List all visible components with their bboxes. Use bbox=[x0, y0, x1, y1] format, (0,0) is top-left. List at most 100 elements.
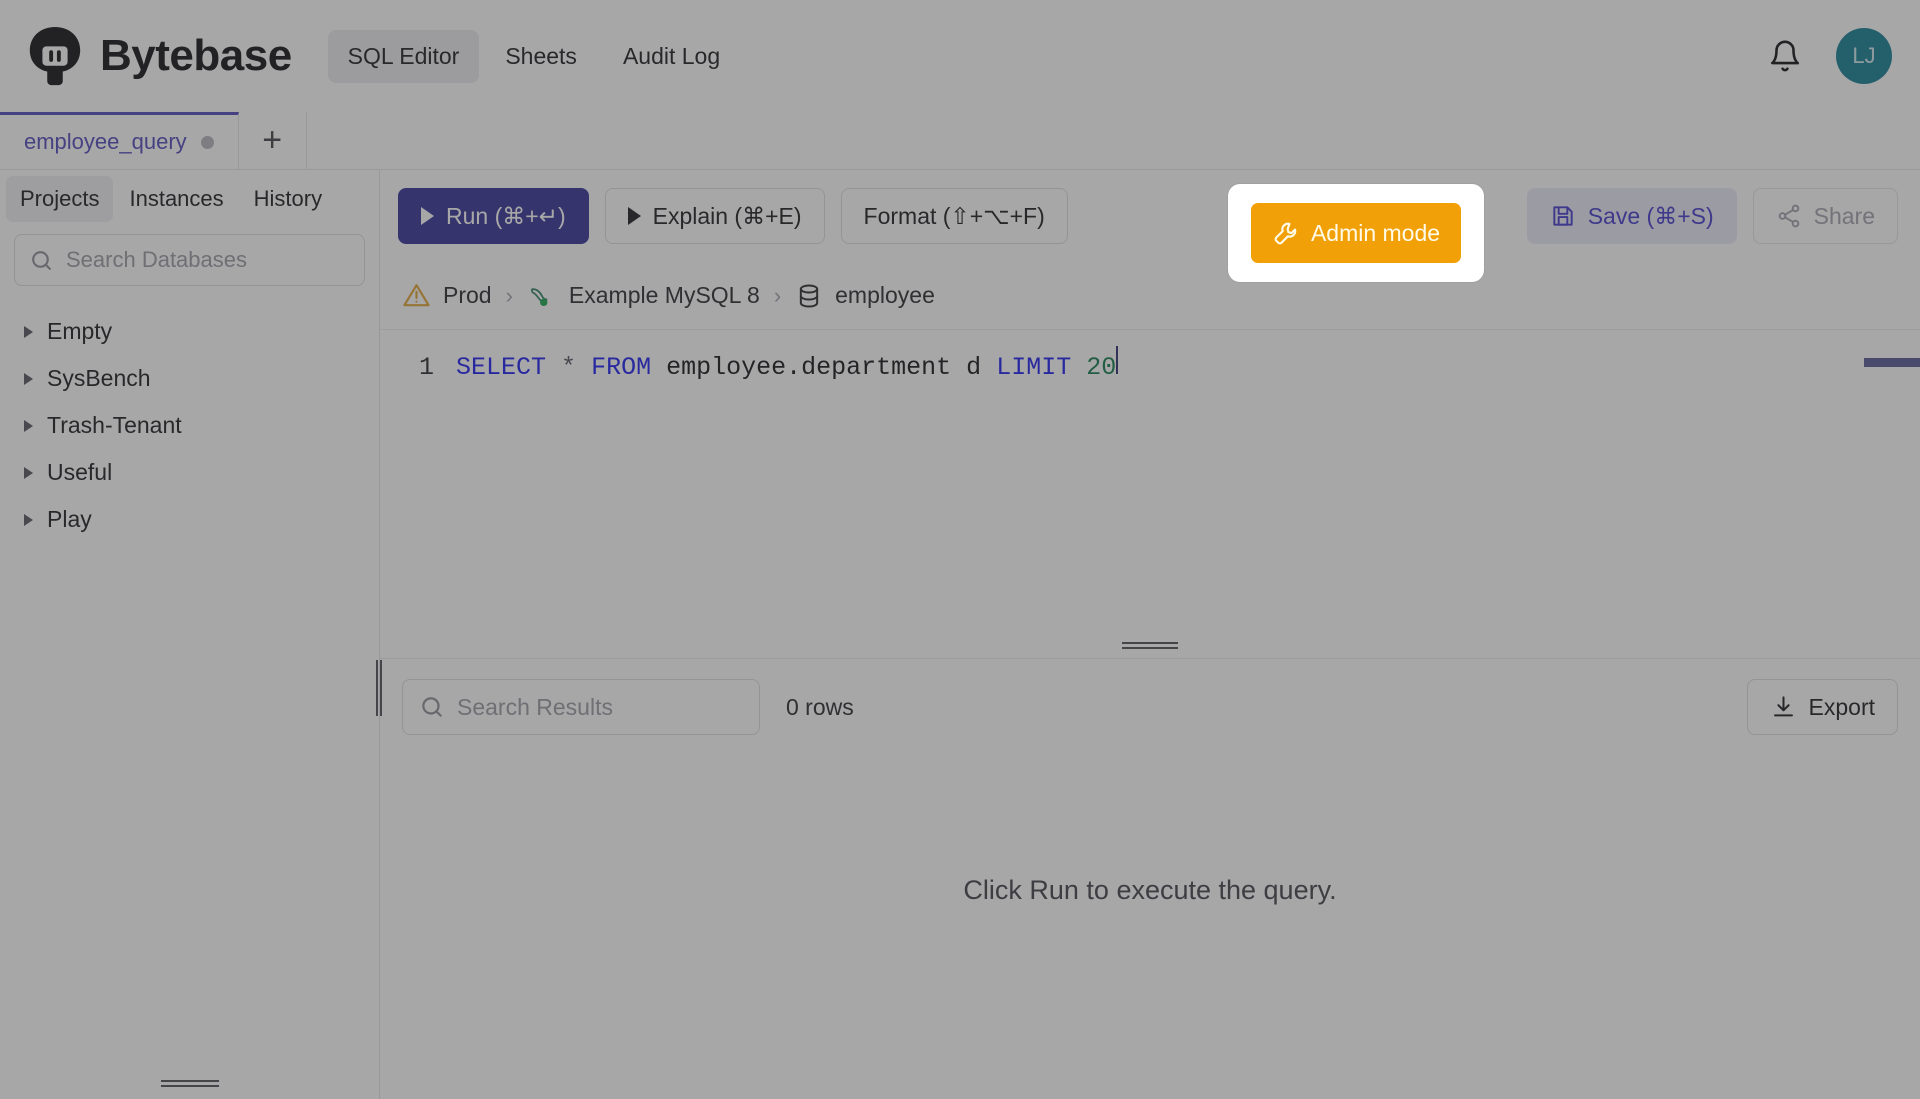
admin-mode-button[interactable]: Admin mode bbox=[1250, 203, 1462, 263]
search-input[interactable] bbox=[66, 247, 350, 273]
results-empty-message: Click Run to execute the query. bbox=[963, 875, 1337, 905]
search-icon bbox=[29, 248, 54, 273]
breadcrumb-separator: › bbox=[505, 282, 513, 308]
nav-item-sql-editor[interactable]: SQL Editor bbox=[327, 29, 480, 83]
share-icon bbox=[1776, 203, 1802, 229]
tree-item-sysbench[interactable]: SysBench bbox=[0, 355, 379, 402]
chevron-right-icon bbox=[24, 466, 33, 479]
breadcrumb-database-label: employee bbox=[835, 282, 935, 308]
export-button[interactable]: Export bbox=[1746, 679, 1898, 735]
add-tab-button[interactable]: + bbox=[239, 112, 307, 169]
breadcrumb-instance-label: Example MySQL 8 bbox=[568, 282, 760, 308]
bell-icon[interactable] bbox=[1768, 39, 1802, 73]
share-label: Share bbox=[1813, 202, 1875, 229]
run-label: Run (⌘+↵) bbox=[446, 202, 566, 229]
sidebar: Projects Instances History Empty bbox=[0, 170, 383, 1099]
sidebar-resize-handle[interactable] bbox=[376, 660, 383, 716]
explain-label: Explain (⌘+E) bbox=[652, 202, 802, 229]
format-label: Format (⇧+⌥+F) bbox=[863, 202, 1045, 229]
run-button[interactable]: Run (⌘+↵) bbox=[398, 188, 589, 244]
results-toolbar: 0 rows Export bbox=[380, 659, 1920, 755]
mysql-dolphin-icon bbox=[527, 281, 557, 311]
play-icon bbox=[627, 207, 641, 225]
sidebar-tab-instances[interactable]: Instances bbox=[115, 176, 237, 222]
sql-token-from: FROM bbox=[591, 353, 652, 382]
warning-triangle-icon bbox=[402, 281, 431, 310]
bytebase-logo-icon bbox=[24, 25, 86, 87]
sql-code-editor[interactable]: 1 SELECT * FROM employee.department d LI… bbox=[380, 330, 1920, 659]
breadcrumb-environment-label: Prod bbox=[443, 282, 492, 308]
editor-toolbar: Run (⌘+↵) Explain (⌘+E) Format (⇧+⌥+F) S… bbox=[380, 170, 1920, 262]
sidebar-bottom-resize-handle[interactable] bbox=[160, 1080, 219, 1087]
avatar[interactable]: LJ bbox=[1836, 28, 1892, 84]
breadcrumb-separator: › bbox=[773, 282, 782, 308]
tree-item-label: Useful bbox=[47, 459, 113, 485]
play-icon bbox=[421, 207, 434, 225]
code-line-1: 1 SELECT * FROM employee.department d LI… bbox=[380, 346, 1920, 385]
sql-editor-app: Bytebase SQL Editor Sheets Audit Log LJ … bbox=[0, 0, 1920, 1099]
tree-item-label: Play bbox=[47, 506, 92, 532]
editor-scrollbar-marker[interactable] bbox=[1864, 358, 1920, 367]
sql-token-limit-value: 20 bbox=[1086, 353, 1117, 382]
breadcrumb-environment[interactable]: Prod bbox=[402, 281, 492, 310]
breadcrumb-instance[interactable]: Example MySQL 8 bbox=[527, 281, 760, 311]
main-nav: SQL Editor Sheets Audit Log bbox=[327, 29, 740, 83]
export-label: Export bbox=[1808, 693, 1875, 720]
share-button[interactable]: Share bbox=[1752, 188, 1898, 244]
top-navigation-bar: Bytebase SQL Editor Sheets Audit Log LJ bbox=[0, 0, 1920, 112]
sheet-tab-employee-query[interactable]: employee_query bbox=[0, 112, 239, 169]
tree-item-play[interactable]: Play bbox=[0, 496, 379, 543]
tree-item-trash-tenant[interactable]: Trash-Tenant bbox=[0, 402, 379, 449]
save-label: Save (⌘+S) bbox=[1587, 202, 1714, 229]
tree-item-label: SysBench bbox=[47, 365, 151, 391]
text-cursor bbox=[1116, 346, 1119, 374]
breadcrumb: Prod › Example MySQL 8 › employee bbox=[380, 262, 1920, 330]
save-button[interactable]: Save (⌘+S) bbox=[1526, 188, 1737, 244]
floppy-disk-icon bbox=[1550, 203, 1576, 229]
sidebar-tab-projects[interactable]: Projects bbox=[6, 176, 114, 222]
editor-pane: Run (⌘+↵) Explain (⌘+E) Format (⇧+⌥+F) S… bbox=[380, 170, 1920, 1099]
database-icon bbox=[795, 282, 823, 310]
unsaved-indicator-dot bbox=[200, 135, 214, 149]
breadcrumb-database[interactable]: employee bbox=[795, 282, 935, 310]
tree-item-label: Empty bbox=[47, 318, 113, 344]
explain-button[interactable]: Explain (⌘+E) bbox=[604, 188, 825, 244]
sql-token-alias: d bbox=[966, 353, 982, 382]
sheet-tab-strip: employee_query + bbox=[0, 112, 1920, 170]
chevron-right-icon bbox=[24, 372, 33, 385]
sheet-tab-label: employee_query bbox=[24, 129, 187, 154]
wrench-icon bbox=[1272, 220, 1299, 247]
sidebar-tabs: Projects Instances History bbox=[0, 170, 379, 230]
download-icon bbox=[1770, 694, 1797, 721]
results-pane: 0 rows Export Click Run to execute the q… bbox=[380, 659, 1920, 1099]
format-button[interactable]: Format (⇧+⌥+F) bbox=[840, 188, 1068, 244]
search-icon bbox=[419, 694, 445, 720]
sql-token-select: SELECT bbox=[456, 353, 547, 382]
workspace: Projects Instances History Empty bbox=[0, 170, 1920, 1099]
row-count-label: 0 rows bbox=[786, 693, 854, 720]
chevron-right-icon bbox=[24, 513, 33, 526]
tree-item-empty[interactable]: Empty bbox=[0, 308, 379, 355]
admin-mode-highlight: Admin mode bbox=[1228, 184, 1484, 282]
admin-mode-label: Admin mode bbox=[1310, 219, 1441, 246]
brand-logo[interactable]: Bytebase bbox=[24, 25, 292, 87]
nav-item-audit-log[interactable]: Audit Log bbox=[603, 30, 740, 83]
sql-token-star: * bbox=[561, 353, 577, 382]
top-nav-actions: LJ bbox=[1768, 28, 1892, 84]
chevron-right-icon bbox=[24, 325, 33, 338]
line-number: 1 bbox=[418, 353, 434, 382]
database-search-wrap bbox=[0, 230, 379, 296]
sidebar-tab-history[interactable]: History bbox=[240, 176, 336, 222]
editor-results-splitter[interactable] bbox=[1122, 642, 1178, 650]
tree-item-useful[interactable]: Useful bbox=[0, 449, 379, 496]
chevron-right-icon bbox=[24, 419, 33, 432]
results-search-input[interactable] bbox=[457, 693, 743, 721]
brand-name: Bytebase bbox=[100, 31, 292, 80]
sql-token-limit: LIMIT bbox=[996, 353, 1072, 382]
database-search-box[interactable] bbox=[14, 234, 365, 286]
tree-item-label: Trash-Tenant bbox=[47, 412, 182, 438]
results-search-box[interactable] bbox=[402, 679, 760, 735]
nav-item-sheets[interactable]: Sheets bbox=[485, 30, 597, 83]
database-tree: Empty SysBench Trash-Tenant Useful Play bbox=[0, 296, 379, 1099]
sql-token-table: employee.department bbox=[666, 353, 952, 382]
